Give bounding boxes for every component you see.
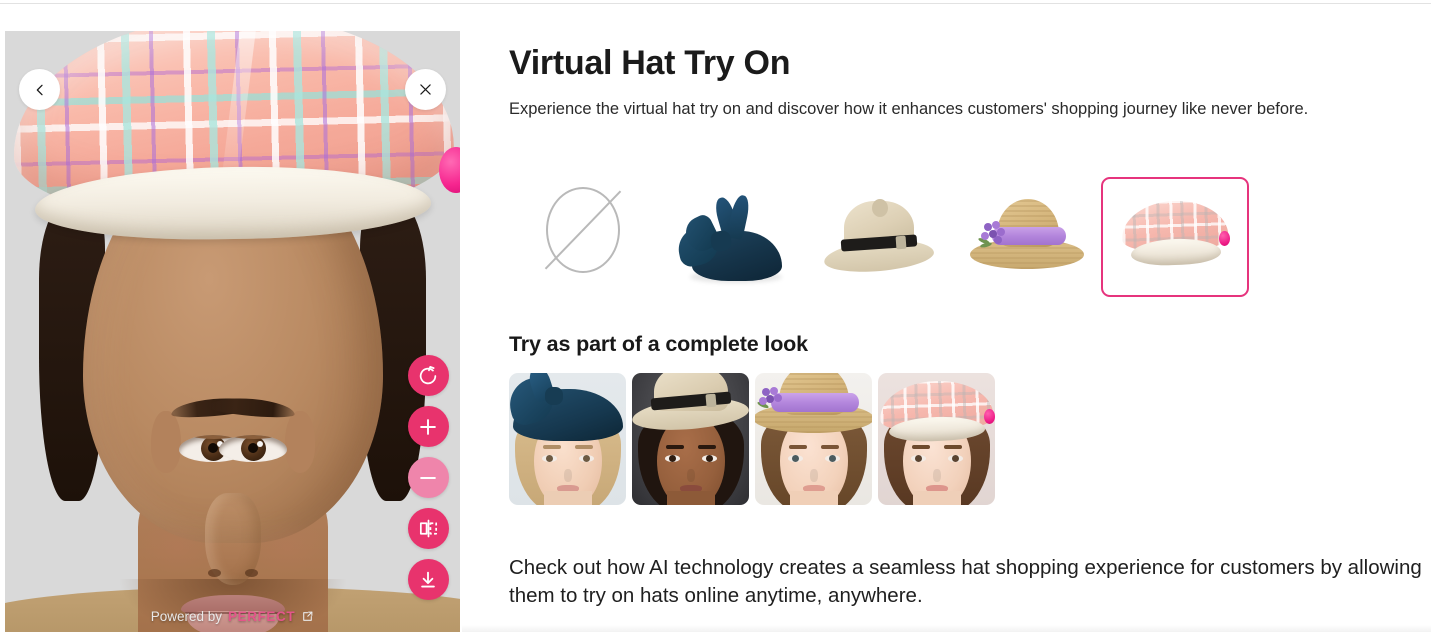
- model-eyebrow-right: [207, 395, 296, 420]
- zoom-out-button[interactable]: [407, 457, 449, 498]
- look-hat-purple-band: [771, 393, 859, 412]
- look-hat-flowers: [756, 387, 783, 411]
- model-eye-right: [218, 435, 287, 462]
- model-cheek-left: [140, 521, 215, 573]
- look-eye-right: [824, 455, 840, 462]
- look-brow-left: [542, 445, 561, 449]
- model-nose: [204, 493, 261, 585]
- none-thumbnail: [524, 187, 642, 287]
- model-ear-left: [150, 411, 181, 473]
- look-neck: [666, 491, 715, 505]
- preview-tool-rail: [402, 355, 454, 600]
- look-nose: [563, 469, 572, 482]
- model-nostril-right: [244, 569, 258, 577]
- navy-hat-art: [674, 193, 784, 283]
- look-hat-plaid-button: [984, 409, 995, 424]
- powered-by-watermark[interactable]: Powered by PERFECT: [5, 609, 460, 624]
- download-button[interactable]: [407, 559, 449, 600]
- look-eye-right: [578, 455, 594, 462]
- hat-option-none[interactable]: [509, 177, 657, 297]
- no-hat-icon: [546, 187, 620, 273]
- download-icon: [421, 571, 435, 588]
- bottom-fade: [462, 625, 1431, 632]
- applied-hat-pink-plaid-cap: [5, 31, 460, 257]
- back-button[interactable]: [19, 69, 60, 110]
- look-brow-left: [665, 445, 684, 449]
- sun-hat-flowers: [977, 221, 1008, 249]
- outro-description: Check out how AI technology creates a se…: [509, 556, 1422, 607]
- look-eye-left: [910, 455, 926, 462]
- reset-button[interactable]: [407, 355, 449, 396]
- look-eye-right: [947, 455, 963, 462]
- navy-bow-hat-thumbnail: [672, 187, 790, 287]
- look-eye-left: [787, 455, 803, 462]
- try-on-details-panel: Virtual Hat Try On Experience the virtua…: [509, 31, 1431, 632]
- fedora-art: [822, 199, 936, 276]
- model-ear-right: [284, 411, 315, 473]
- look-hat-bow-knot: [545, 387, 563, 405]
- straw-fedora-thumbnail: [820, 187, 938, 287]
- model-eye-glint-right: [256, 440, 263, 447]
- plaid-cap-button: [1219, 231, 1230, 246]
- try-on-preview-panel[interactable]: Powered by PERFECT: [5, 31, 460, 632]
- look-nose: [809, 469, 818, 482]
- hat-option-straw-fedora[interactable]: [805, 177, 953, 297]
- look-nose: [932, 469, 941, 482]
- compare-split-icon: [419, 519, 437, 538]
- look-nose: [686, 469, 695, 482]
- page-title: Virtual Hat Try On: [509, 44, 791, 82]
- watermark-brand: PERFECT: [228, 609, 296, 624]
- compare-button[interactable]: [407, 508, 449, 549]
- sun-hat-art: [970, 199, 1084, 277]
- complete-look-heading: Try as part of a complete look: [509, 332, 808, 356]
- plaid-cap-art: [1121, 199, 1230, 273]
- complete-look-list: [509, 373, 995, 505]
- top-divider: [0, 3, 1431, 4]
- look-hat-fedora-buckle: [705, 393, 717, 408]
- watermark-prefix: Powered by: [150, 609, 223, 624]
- look-card-navy-bow-hat[interactable]: [509, 373, 626, 505]
- virtual-try-on-page: Powered by PERFECT Virtual Hat Try On Ex…: [0, 0, 1431, 632]
- look-neck: [789, 491, 838, 505]
- zoom-in-button[interactable]: [407, 406, 449, 447]
- look-brow-left: [788, 445, 807, 449]
- look-eye-left: [664, 455, 680, 462]
- look-card-purple-band-sun-hat[interactable]: [755, 373, 872, 505]
- look-eye-left: [541, 455, 557, 462]
- close-button[interactable]: [405, 69, 446, 110]
- close-icon: [420, 84, 431, 95]
- external-link-icon: [303, 611, 313, 621]
- hat-option-navy-bow-hat[interactable]: [657, 177, 805, 297]
- model-cheek-right: [250, 521, 325, 573]
- reset-icon: [419, 365, 437, 384]
- intro-description: Experience the virtual hat try on and di…: [509, 100, 1309, 118]
- hat-option-purple-band-sun-hat[interactable]: [953, 177, 1101, 297]
- fedora-dent: [872, 199, 888, 217]
- minus-icon: [420, 476, 436, 479]
- look-brow-right: [820, 445, 839, 449]
- look-neck: [912, 491, 961, 505]
- look-brow-left: [911, 445, 930, 449]
- look-card-pink-plaid-cap[interactable]: [878, 373, 995, 505]
- hat-option-pink-plaid-newsboy-cap[interactable]: [1101, 177, 1249, 297]
- purple-band-sun-hat-thumbnail: [968, 187, 1086, 287]
- look-eye-right: [701, 455, 717, 462]
- model-nostril-left: [207, 569, 221, 577]
- hat-option-list: [509, 177, 1249, 297]
- model-preview-image: [5, 31, 460, 632]
- pink-plaid-cap-thumbnail: [1116, 187, 1234, 287]
- look-brow-right: [943, 445, 962, 449]
- look-neck: [543, 491, 592, 505]
- fedora-buckle: [895, 235, 907, 250]
- chevron-left-icon: [36, 84, 43, 95]
- look-card-straw-fedora[interactable]: [632, 373, 749, 505]
- model-iris-right: [240, 435, 266, 461]
- look-brow-right: [574, 445, 593, 449]
- plus-icon: [420, 418, 436, 435]
- look-brow-right: [697, 445, 716, 449]
